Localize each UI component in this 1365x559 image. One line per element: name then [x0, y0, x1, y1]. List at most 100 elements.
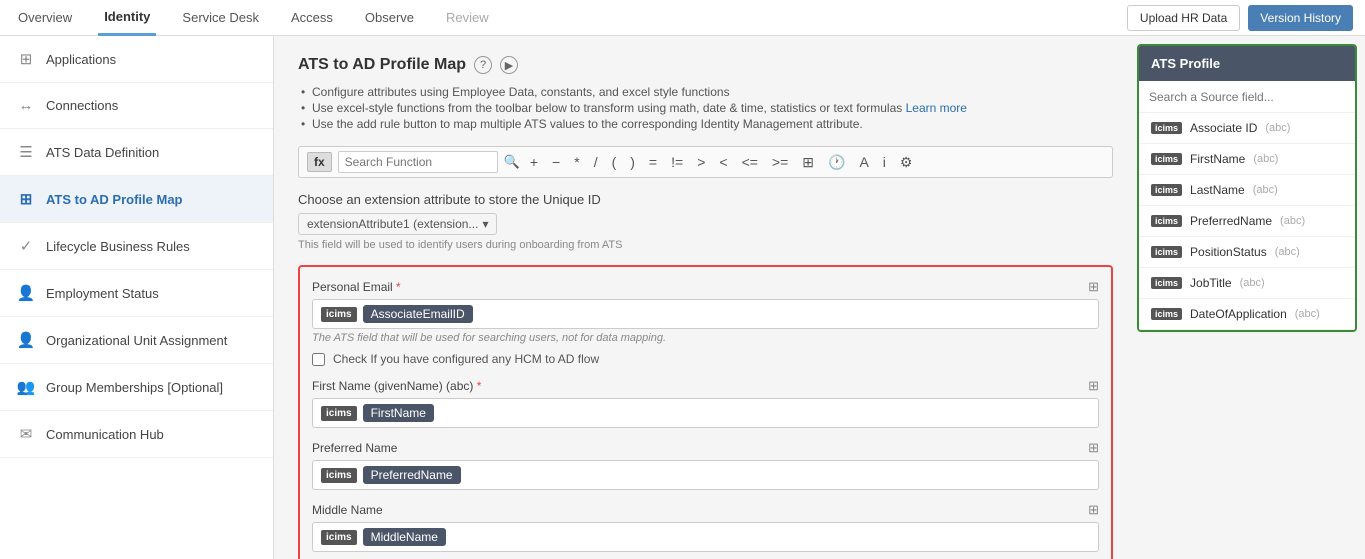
page-title: ATS to AD Profile Map [298, 56, 466, 74]
field-type: (abc) [1275, 246, 1300, 258]
divide-button[interactable]: / [590, 152, 602, 172]
learn-more-link[interactable]: Learn more [906, 101, 967, 115]
nav-identity[interactable]: Identity [98, 0, 156, 36]
icims-small-badge: icims [1151, 184, 1182, 196]
sidebar-item-lifecycle-rules[interactable]: ✓ Lifecycle Business Rules [0, 223, 273, 270]
field-type: (abc) [1253, 184, 1278, 196]
hcm-checkbox-label: Check If you have configured any HCM to … [333, 352, 599, 366]
sidebar-item-communication-hub[interactable]: ✉ Communication Hub [0, 411, 273, 458]
settings-func-button[interactable]: ⚙ [896, 152, 917, 173]
multiply-button[interactable]: * [570, 152, 583, 172]
list-item[interactable]: icims DateOfApplication (abc) [1139, 299, 1355, 330]
field-name: PreferredName [1190, 214, 1272, 228]
extension-attribute-dropdown[interactable]: extensionAttribute1 (extension... ▾ [298, 213, 497, 235]
sidebar-item-label: Lifecycle Business Rules [46, 239, 190, 254]
unique-id-label: Choose an extension attribute to store t… [298, 192, 1113, 207]
list-item[interactable]: icims LastName (abc) [1139, 175, 1355, 206]
nav-access[interactable]: Access [285, 0, 339, 36]
greater-than-button[interactable]: > [693, 152, 709, 172]
nav-overview[interactable]: Overview [12, 0, 78, 36]
list-item[interactable]: icims JobTitle (abc) [1139, 268, 1355, 299]
field-name: JobTitle [1190, 276, 1232, 290]
bullet-list: Configure attributes using Employee Data… [298, 84, 1113, 132]
first-name-input[interactable]: icims FirstName [312, 398, 1099, 428]
text-button[interactable]: A [855, 152, 872, 172]
less-than-button[interactable]: < [715, 152, 731, 172]
nav-review[interactable]: Review [440, 0, 495, 36]
icims-small-badge: icims [1151, 153, 1182, 165]
list-item[interactable]: icims FirstName (abc) [1139, 144, 1355, 175]
less-equal-button[interactable]: <= [738, 152, 762, 172]
info-icon[interactable]: ▶ [500, 56, 518, 74]
sidebar-item-group-memberships[interactable]: 👥 Group Memberships [Optional] [0, 364, 273, 411]
personal-email-hint: The ATS field that will be used for sear… [312, 332, 1099, 344]
info-func-button[interactable]: i [879, 152, 890, 172]
top-nav: Overview Identity Service Desk Access Ob… [0, 0, 1365, 36]
version-history-button[interactable]: Version History [1248, 5, 1353, 31]
fx-button[interactable]: fx [307, 152, 332, 172]
field-grid-icon[interactable]: ⊞ [1088, 378, 1099, 394]
ats-profile-panel: ATS Profile icims Associate ID (abc) ici… [1137, 44, 1357, 332]
time-button[interactable]: 🕐 [824, 152, 849, 173]
sidebar-item-org-unit[interactable]: 👤 Organizational Unit Assignment [0, 317, 273, 364]
minus-button[interactable]: − [548, 152, 564, 172]
field-name: PositionStatus [1190, 245, 1267, 259]
sidebar-item-ats-data-def[interactable]: ☰ ATS Data Definition [0, 129, 273, 176]
sidebar-item-label: Communication Hub [46, 427, 164, 442]
sidebar-item-applications[interactable]: ⊞ Applications [0, 36, 273, 83]
sidebar-item-employment-status[interactable]: 👤 Employment Status [0, 270, 273, 317]
middle-name-field: Middle Name ⊞ icims MiddleName [312, 502, 1099, 552]
sidebar-item-label: Connections [46, 98, 118, 113]
preferred-name-label: Preferred Name [312, 441, 397, 455]
unique-id-hint: This field will be used to identify user… [298, 239, 1113, 251]
main-layout: ⊞ Applications ↔ Connections ☰ ATS Data … [0, 36, 1365, 559]
field-type: (abc) [1253, 153, 1278, 165]
sidebar-item-ats-profile-map[interactable]: ⊞ ATS to AD Profile Map [0, 176, 273, 223]
field-grid-icon[interactable]: ⊞ [1088, 502, 1099, 518]
sidebar: ⊞ Applications ↔ Connections ☰ ATS Data … [0, 36, 274, 559]
field-type: (abc) [1240, 277, 1265, 289]
sidebar-item-connections[interactable]: ↔ Connections [0, 83, 273, 129]
bullet-1: Configure attributes using Employee Data… [298, 84, 1113, 100]
upload-hr-data-button[interactable]: Upload HR Data [1127, 5, 1240, 31]
nav-service-desk[interactable]: Service Desk [176, 0, 265, 36]
form-area: ATS to AD Profile Map ? ▶ Configure attr… [274, 36, 1137, 559]
chevron-down-icon: ▾ [482, 217, 488, 231]
ats-profile-map-icon: ⊞ [16, 190, 36, 208]
not-equals-button[interactable]: != [667, 152, 687, 172]
source-field-search[interactable] [1149, 90, 1345, 104]
right-panel-search-area [1139, 81, 1355, 113]
field-name: FirstName [1190, 152, 1245, 166]
middle-name-input[interactable]: icims MiddleName [312, 522, 1099, 552]
equals-button[interactable]: = [645, 152, 661, 172]
personal-email-value: AssociateEmailID [363, 305, 473, 323]
field-grid-icon[interactable]: ⊞ [1088, 440, 1099, 456]
connections-icon: ↔ [16, 97, 36, 114]
nav-observe[interactable]: Observe [359, 0, 420, 36]
plus-button[interactable]: + [526, 152, 542, 172]
personal-email-input[interactable]: icims AssociateEmailID [312, 299, 1099, 329]
content-area: ATS to AD Profile Map ? ▶ Configure attr… [274, 36, 1365, 559]
bullet-2: Use excel-style functions from the toolb… [298, 100, 1113, 116]
field-type: (abc) [1265, 122, 1290, 134]
preferred-name-input[interactable]: icims PreferredName [312, 460, 1099, 490]
greater-equal-button[interactable]: >= [768, 152, 792, 172]
close-paren-button[interactable]: ) [626, 152, 639, 172]
grid-func-button[interactable]: ⊞ [798, 152, 818, 173]
hcm-checkbox[interactable] [312, 353, 325, 366]
list-item[interactable]: icims PreferredName (abc) [1139, 206, 1355, 237]
ats-profile-header: ATS Profile [1139, 46, 1355, 81]
required-marker: * [477, 379, 482, 393]
function-search-input[interactable] [338, 151, 498, 173]
personal-email-label: Personal Email * [312, 280, 401, 294]
source-field-list: icims Associate ID (abc) icims FirstName… [1139, 113, 1355, 330]
help-icon[interactable]: ? [474, 56, 492, 74]
open-paren-button[interactable]: ( [608, 152, 621, 172]
form-section: Personal Email * ⊞ icims AssociateEmailI… [298, 265, 1113, 559]
list-item[interactable]: icims PositionStatus (abc) [1139, 237, 1355, 268]
first-name-field: First Name (givenName) (abc) * ⊞ icims F… [312, 378, 1099, 428]
first-name-label: First Name (givenName) (abc) * [312, 379, 481, 393]
list-item[interactable]: icims Associate ID (abc) [1139, 113, 1355, 144]
field-grid-icon[interactable]: ⊞ [1088, 279, 1099, 295]
hcm-checkbox-row: Check If you have configured any HCM to … [312, 352, 1099, 366]
